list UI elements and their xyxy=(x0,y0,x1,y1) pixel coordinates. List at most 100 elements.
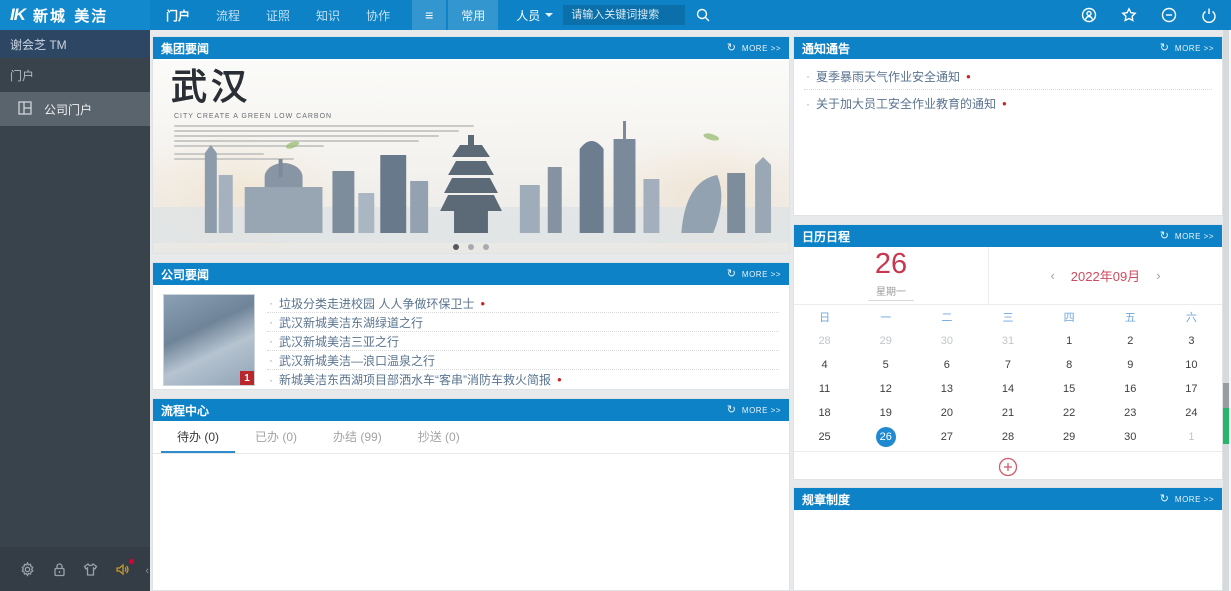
news-item[interactable]: ·武汉新城美洁—浪口温泉之行 xyxy=(267,351,779,370)
calendar-day[interactable]: 15 xyxy=(1039,377,1100,401)
news-item-title: 垃圾分类走进校园 人人争做环保卫士 xyxy=(279,295,474,312)
news-item[interactable]: ·垃圾分类走进校园 人人争做环保卫士● xyxy=(267,294,779,313)
search-icon[interactable] xyxy=(695,7,711,23)
next-month-button[interactable]: › xyxy=(1156,268,1160,283)
rules-more-button[interactable]: ↻ MORE >> xyxy=(1160,494,1214,505)
help-icon[interactable] xyxy=(1161,7,1177,23)
news-item[interactable]: ·武汉新城美洁三亚之行 xyxy=(267,332,779,351)
calendar-day[interactable]: 17 xyxy=(1161,377,1222,401)
calendar-day[interactable]: 6 xyxy=(916,353,977,377)
news-thumbnail[interactable]: 1 xyxy=(163,294,255,386)
logout-power-icon[interactable] xyxy=(1201,7,1217,23)
calendar-day[interactable]: 4 xyxy=(794,353,855,377)
calendar-day[interactable]: 30 xyxy=(916,329,977,353)
calendar-day[interactable]: 31 xyxy=(977,329,1038,353)
theme-shirt-icon[interactable] xyxy=(82,561,99,578)
settings-gear-icon[interactable] xyxy=(19,561,36,578)
sidebar-section-portal[interactable]: 门户 xyxy=(0,58,150,92)
calendar-day[interactable]: 9 xyxy=(1100,353,1161,377)
panel-title: 日历日程 xyxy=(802,228,850,245)
news-carousel-banner[interactable]: 武汉 CITY CREATE A GREEN LOW CARBON xyxy=(153,59,789,253)
calendar-day[interactable]: 14 xyxy=(977,377,1038,401)
refresh-icon[interactable]: ↻ xyxy=(727,43,736,54)
sidebar-user[interactable]: 谢会芝 TM xyxy=(0,30,150,58)
lock-icon[interactable] xyxy=(51,561,68,578)
refresh-icon[interactable]: ↻ xyxy=(727,405,736,416)
process-tab[interactable]: 待办 (0) xyxy=(161,421,235,453)
calendar-day[interactable]: 3 xyxy=(1161,329,1222,353)
news-item[interactable]: ·武汉新城美洁东湖绿道之行 xyxy=(267,313,779,332)
calendar-day[interactable]: 8 xyxy=(1039,353,1100,377)
search-scope-dropdown[interactable]: 人员 xyxy=(516,7,553,24)
calendar-day[interactable]: 29 xyxy=(855,329,916,353)
refresh-icon[interactable]: ↻ xyxy=(1160,494,1169,505)
group-news-more-button[interactable]: ↻ MORE >> xyxy=(727,43,781,54)
calendar-day[interactable]: 2 xyxy=(1100,329,1161,353)
calendar-day[interactable]: 10 xyxy=(1161,353,1222,377)
calendar-day[interactable]: 25 xyxy=(794,425,855,449)
process-tab[interactable]: 抄送 (0) xyxy=(402,421,476,453)
profile-icon[interactable] xyxy=(1081,7,1097,23)
calendar-day[interactable]: 29 xyxy=(1039,425,1100,449)
process-tab[interactable]: 办结 (99) xyxy=(317,421,398,453)
process-center-more-button[interactable]: ↻ MORE >> xyxy=(727,405,781,416)
common-use-button[interactable]: 常用 xyxy=(448,0,498,30)
news-item[interactable]: ·新城美洁东西湖项目部洒水车“客串”消防车救火简报● xyxy=(267,370,779,389)
calendar-day[interactable]: 26 xyxy=(855,425,916,449)
carousel-dot[interactable] xyxy=(468,244,474,250)
process-center-header: 流程中心 ↻ MORE >> xyxy=(153,399,789,421)
notices-more-button[interactable]: ↻ MORE >> xyxy=(1160,43,1214,54)
panel-title: 规章制度 xyxy=(802,491,850,508)
app-logo[interactable]: IK 新城 美洁 xyxy=(0,0,150,30)
apps-menu-button[interactable]: ≡ xyxy=(412,0,446,30)
calendar-day[interactable]: 23 xyxy=(1100,401,1161,425)
group-news-header: 集团要闻 ↻ MORE >> xyxy=(153,37,789,59)
refresh-icon[interactable]: ↻ xyxy=(1160,231,1169,242)
calendar-day[interactable]: 11 xyxy=(794,377,855,401)
calendar-day[interactable]: 16 xyxy=(1100,377,1161,401)
calendar-day[interactable]: 20 xyxy=(916,401,977,425)
add-event-button[interactable] xyxy=(998,457,1018,477)
calendar-day[interactable]: 24 xyxy=(1161,401,1222,425)
calendar-day[interactable]: 28 xyxy=(977,425,1038,449)
calendar-day[interactable]: 18 xyxy=(794,401,855,425)
calendar-day[interactable]: 30 xyxy=(1100,425,1161,449)
notice-list: ·夏季暴雨天气作业安全通知●·关于加大员工安全作业教育的通知● xyxy=(794,59,1222,117)
news-item-title: 武汉新城美洁三亚之行 xyxy=(279,333,399,350)
search-input[interactable] xyxy=(563,5,685,25)
process-tab[interactable]: 已办 (0) xyxy=(239,421,313,453)
calendar-day[interactable]: 1 xyxy=(1161,425,1222,449)
calendar-day[interactable]: 21 xyxy=(977,401,1038,425)
prev-month-button[interactable]: ‹ xyxy=(1050,268,1054,283)
nav-item[interactable]: 证照 xyxy=(266,7,290,24)
company-news-more-button[interactable]: ↻ MORE >> xyxy=(727,269,781,280)
news-item[interactable]: ·关于加大员工安全作业教育的通知● xyxy=(804,90,1212,117)
carousel-dot[interactable] xyxy=(483,244,489,250)
favorites-star-icon[interactable] xyxy=(1121,7,1137,23)
calendar-grid: 2829303112345678910111213141516171819202… xyxy=(794,329,1222,449)
news-item[interactable]: ·夏季暴雨天气作业安全通知● xyxy=(804,63,1212,90)
refresh-icon[interactable]: ↻ xyxy=(727,269,736,280)
carousel-dot[interactable] xyxy=(453,244,459,250)
calendar-day[interactable]: 7 xyxy=(977,353,1038,377)
announcement-speaker-icon[interactable] xyxy=(114,561,131,578)
nav-item[interactable]: 协作 xyxy=(366,7,390,24)
month-label[interactable]: 2022年09月 xyxy=(1071,266,1140,285)
calendar-day[interactable]: 22 xyxy=(1039,401,1100,425)
nav-item[interactable]: 门户 xyxy=(166,7,190,24)
calendar-day[interactable]: 12 xyxy=(855,377,916,401)
nav-item[interactable]: 流程 xyxy=(216,7,240,24)
calendar-day[interactable]: 1 xyxy=(1039,329,1100,353)
news-item-title: 武汉新城美洁—浪口温泉之行 xyxy=(279,352,435,369)
sidebar-collapse-arrow[interactable]: ‹ xyxy=(145,565,149,577)
sidebar-item-company-portal[interactable]: 公司门户 xyxy=(0,92,150,126)
calendar-more-button[interactable]: ↻ MORE >> xyxy=(1160,231,1214,242)
calendar-day[interactable]: 27 xyxy=(916,425,977,449)
refresh-icon[interactable]: ↻ xyxy=(1160,43,1169,54)
calendar-day[interactable]: 19 xyxy=(855,401,916,425)
calendar-day[interactable]: 13 xyxy=(916,377,977,401)
calendar-day[interactable]: 5 xyxy=(855,353,916,377)
calendar-day[interactable]: 28 xyxy=(794,329,855,353)
nav-item[interactable]: 知识 xyxy=(316,7,340,24)
news-item-title: 新城美洁东西湖项目部洒水车“客串”消防车救火简报 xyxy=(279,371,551,388)
